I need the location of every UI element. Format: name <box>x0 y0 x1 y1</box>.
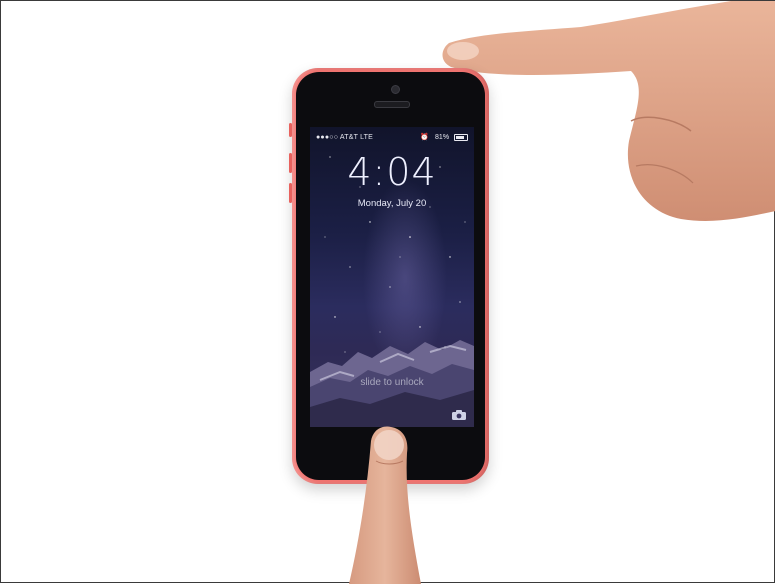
pressing-finger-bottom <box>349 426 421 584</box>
lock-date: Monday, July 20 <box>357 198 427 209</box>
lock-clock: 4:04 <box>347 150 437 194</box>
photo-frame: ●●●○○ AT&T LTE ⏰ 81% 4:04 Monday, July 2… <box>0 0 775 584</box>
slide-to-unlock[interactable]: slide to unlock <box>310 377 474 388</box>
battery-icon <box>454 133 468 141</box>
lock-screen[interactable]: ●●●○○ AT&T LTE ⏰ 81% 4:04 Monday, July 2… <box>310 127 474 427</box>
carrier-label: ●●●○○ AT&T LTE <box>316 134 374 141</box>
earpiece-speaker <box>374 101 410 108</box>
camera-icon[interactable] <box>451 409 467 421</box>
status-bar: ●●●○○ AT&T LTE ⏰ 81% <box>310 133 474 143</box>
battery-percent: 81% <box>435 134 450 141</box>
alarm-icon: ⏰ <box>420 134 430 141</box>
volume-down-button[interactable] <box>289 183 292 203</box>
phone-front: ●●●○○ AT&T LTE ⏰ 81% 4:04 Monday, July 2… <box>296 72 485 480</box>
mute-switch <box>289 123 292 137</box>
front-camera <box>391 85 400 94</box>
volume-up-button[interactable] <box>289 153 292 173</box>
